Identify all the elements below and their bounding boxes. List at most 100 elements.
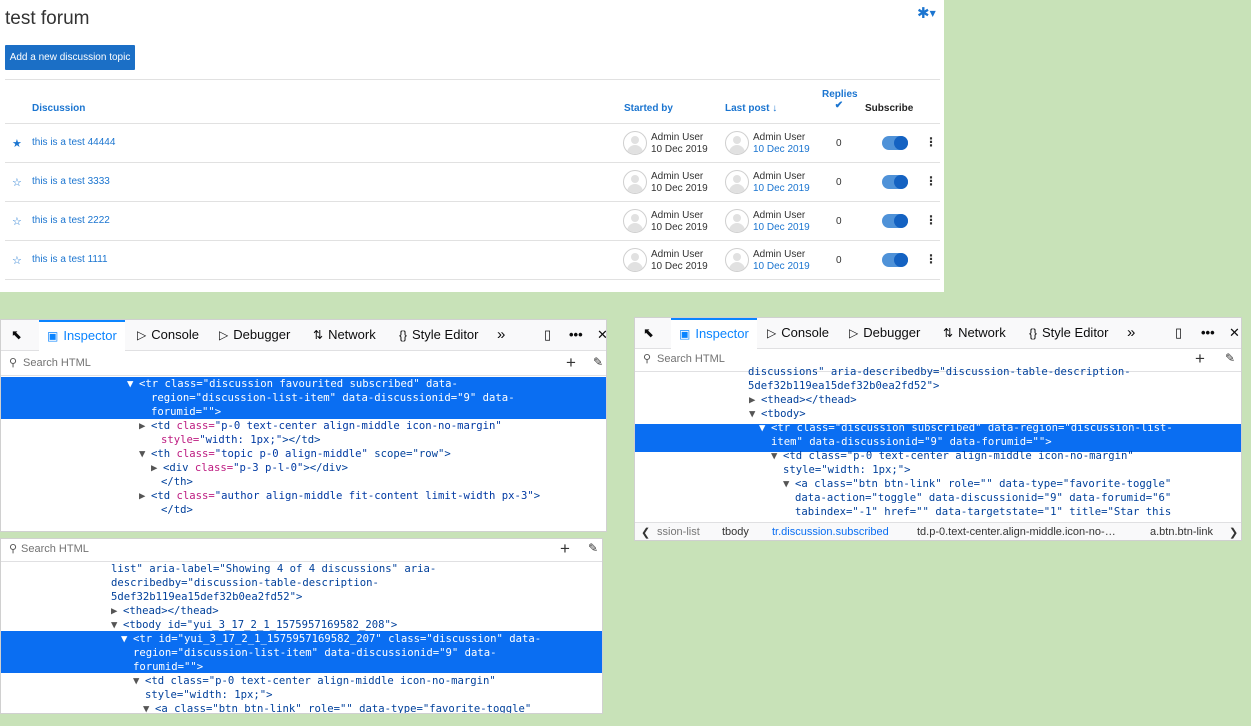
star-icon[interactable]: ☆ [12,254,22,267]
discussion-link[interactable]: this is a test 3333 [32,176,110,187]
tab-debugger[interactable]: ▷ Debugger [219,320,290,350]
last-post-user[interactable]: Admin User [753,249,805,260]
markup-line[interactable]: tabindex="-1" href="" data-targetstate="… [635,505,1241,519]
element-picker-icon[interactable]: ⬉ [11,320,22,350]
markup-line[interactable]: ▶ <td class="p-0 text-center align-middle… [1,419,606,433]
column-header-discussion[interactable]: Discussion [32,103,85,114]
last-post-user[interactable]: Admin User [753,171,805,182]
markup-line[interactable]: discussions" aria-describedby="discussio… [635,365,1241,379]
tab-console[interactable]: ▷ Console [137,320,199,350]
add-discussion-button[interactable]: Add a new discussion topic [5,45,135,70]
overflow-tabs-icon[interactable]: » [497,320,505,350]
subscribe-toggle[interactable] [882,214,908,228]
dock-icon[interactable]: ▯ [1175,318,1182,348]
discussion-link[interactable]: this is a test 2222 [32,215,110,226]
avatar[interactable] [725,131,749,155]
expand-down-icon[interactable]: ▼ [143,702,149,713]
search-input[interactable]: Search HTML [21,543,89,555]
overflow-tabs-icon[interactable]: » [1127,318,1135,348]
avatar[interactable] [725,170,749,194]
last-post-date[interactable]: 10 Dec 2019 [753,261,810,272]
eyedropper-icon[interactable]: ✎ [588,541,598,555]
markup-line[interactable]: 5def32b119ea15def32b0ea2fd52"> [1,590,602,604]
avatar[interactable] [725,209,749,233]
last-post-date[interactable]: 10 Dec 2019 [753,183,810,194]
star-icon[interactable]: ★ [12,137,22,150]
markup-line[interactable]: region="discussion-list-item" data-discu… [1,391,606,405]
last-post-date[interactable]: 10 Dec 2019 [753,222,810,233]
expand-right-icon[interactable]: ▶ [749,393,755,407]
discussion-link[interactable]: this is a test 1111 [32,254,108,265]
more-actions-icon[interactable]: ⋮ [925,252,937,266]
expand-down-icon[interactable]: ▼ [127,377,133,391]
markup-line[interactable]: forumid=""> [1,405,606,419]
dock-icon[interactable]: ▯ [544,320,551,350]
last-post-date[interactable]: 10 Dec 2019 [753,144,810,155]
tab-debugger[interactable]: ▷ Debugger [849,318,920,348]
expand-down-icon[interactable]: ▼ [111,618,117,632]
more-options-icon[interactable]: ••• [1201,318,1215,348]
markup-line[interactable]: ▼ <tr class="discussion favourited subscr… [1,377,606,391]
add-node-icon[interactable]: + [566,353,576,373]
more-options-icon[interactable]: ••• [569,320,583,350]
subscribe-toggle[interactable] [882,136,908,150]
expand-down-icon[interactable]: ▼ [759,421,765,435]
started-by-user[interactable]: Admin User [651,249,703,260]
markup-line[interactable]: ▼ <td class="p-0 text-center align-middle… [635,449,1241,463]
breadcrumb-item[interactable]: a.btn.btn-link [1150,526,1213,538]
markup-line[interactable]: ▼ <tr class="discussion subscribed" data-… [635,421,1241,435]
started-by-user[interactable]: Admin User [651,210,703,221]
expand-down-icon[interactable]: ▼ [771,449,777,463]
markup-line[interactable]: </td> [1,503,606,517]
markup-line[interactable]: ▶ <thead></thead> [1,604,602,618]
expand-down-icon[interactable]: ▼ [133,674,139,688]
markup-line[interactable]: ▼ <tr id="yui_3_17_2_1_1575957169582_207"… [1,632,602,646]
started-by-user[interactable]: Admin User [651,171,703,182]
markup-line[interactable]: ▼ <a class="btn btn-link" role="" data-ty… [1,702,602,713]
element-picker-icon[interactable]: ⬉ [643,318,654,348]
last-post-user[interactable]: Admin User [753,210,805,221]
tab-console[interactable]: ▷ Console [767,318,829,348]
markup-line[interactable]: ▼ <tbody id="yui_3_17_2_1_1575957169582_2… [1,618,602,632]
markup-line[interactable]: data-action="toggle" data-discussionid="… [635,491,1241,505]
expand-right-icon[interactable]: ▶ [139,489,145,503]
breadcrumb-item[interactable]: tbody [722,526,749,538]
markup-line[interactable]: ▼ <td class="p-0 text-center align-middle… [1,674,602,688]
markup-line[interactable]: describedby="discussion-table-descriptio… [1,576,602,590]
tab-network[interactable]: ⇅ Network [313,320,376,350]
avatar[interactable] [623,209,647,233]
markup-line[interactable]: forumid=""> [1,660,602,674]
avatar[interactable] [623,170,647,194]
more-actions-icon[interactable]: ⋮ [925,174,937,188]
expand-right-icon[interactable]: ▶ [139,419,145,433]
chevron-right-icon[interactable]: ❯ [1229,526,1238,539]
eyedropper-icon[interactable]: ✎ [1225,351,1235,365]
markup-line[interactable]: ▼ <th class="topic p-0 align-middle" scop… [1,447,606,461]
star-icon[interactable]: ☆ [12,215,22,228]
markup-line[interactable]: ▶ <td class="author align-middle fit-cont… [1,489,606,503]
settings-menu[interactable]: ✱▼ [917,4,936,22]
close-icon[interactable]: ✕ [597,320,606,350]
more-actions-icon[interactable]: ⋮ [925,135,937,149]
breadcrumb-item[interactable]: tr.discussion.subscribed [772,526,889,538]
column-header-started-by[interactable]: Started by [624,103,673,114]
more-actions-icon[interactable]: ⋮ [925,213,937,227]
markup-line[interactable]: ▶ <thead></thead> [635,393,1241,407]
subscribe-toggle[interactable] [882,175,908,189]
markup-line[interactable]: ▼ <tbody> [635,407,1241,421]
markup-line[interactable]: </th> [1,475,606,489]
expand-right-icon[interactable]: ▶ [111,604,117,618]
expand-right-icon[interactable]: ▶ [151,461,157,475]
tab-style-editor[interactable]: {} Style Editor [1029,318,1109,348]
expand-down-icon[interactable]: ▼ [139,447,145,461]
chevron-left-icon[interactable]: ❮ [641,526,650,539]
markup-line[interactable]: style="width: 1px;"></td> [1,433,606,447]
markup-line[interactable]: 5def32b119ea15def32b0ea2fd52"> [635,379,1241,393]
star-icon[interactable]: ☆ [12,176,22,189]
add-node-icon[interactable]: + [560,539,570,559]
markup-line[interactable]: list" aria-label="Showing 4 of 4 discuss… [1,562,602,576]
markup-line[interactable]: region="discussion-list-item" data-discu… [1,646,602,660]
discussion-link[interactable]: this is a test 44444 [32,137,115,148]
avatar[interactable] [725,248,749,272]
last-post-user[interactable]: Admin User [753,132,805,143]
